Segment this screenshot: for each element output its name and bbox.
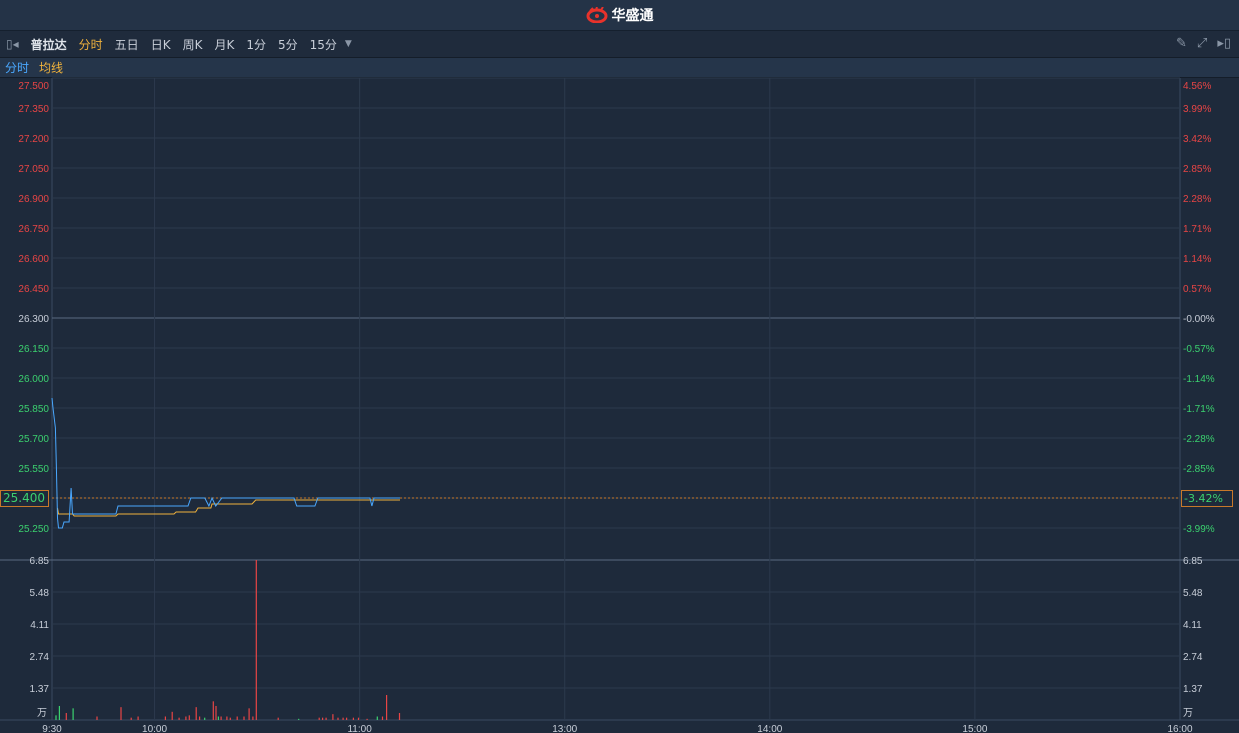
- percent-tick-label: 2.85%: [1183, 164, 1211, 175]
- volume-bar: [398, 712, 401, 720]
- price-tick-label: 25.550: [18, 464, 49, 475]
- volume-bar: [72, 708, 74, 720]
- percent-tick-label: -2.85%: [1183, 464, 1215, 475]
- price-tick-label: 25.700: [18, 434, 49, 445]
- volume-unit-label-right: 万: [1183, 708, 1193, 719]
- price-tick-label: 25.250: [18, 524, 49, 535]
- volume-tick-label: 4.11: [30, 620, 49, 631]
- volume-tick-label-right: 5.48: [1183, 588, 1203, 599]
- percent-tick-label: -0.00%: [1183, 314, 1215, 325]
- price-tick-label: 25.850: [18, 404, 49, 415]
- volume-bar: [215, 705, 217, 720]
- time-tick-label: 15:00: [962, 724, 987, 733]
- volume-bar: [199, 716, 201, 720]
- volume-bar: [195, 707, 197, 720]
- volume-bar: [217, 716, 219, 720]
- volume-bar: [298, 718, 300, 720]
- volume-bar: [243, 716, 245, 720]
- price-tick-label: 26.600: [18, 254, 49, 265]
- volume-bar: [171, 711, 173, 720]
- percent-tick-label: -1.71%: [1183, 404, 1215, 415]
- volume-bar: [342, 717, 344, 720]
- price-line: [51, 397, 400, 529]
- volume-bar: [226, 716, 228, 720]
- volume-tick-label-right: 2.74: [1183, 652, 1203, 663]
- percent-tick-label: 1.14%: [1183, 254, 1211, 265]
- price-tick-label: 27.050: [18, 164, 49, 175]
- volume-bar: [352, 717, 354, 720]
- volume-bar: [185, 716, 187, 720]
- price-tick-label: 27.200: [18, 134, 49, 145]
- volume-bar: [55, 715, 57, 720]
- current-price-label: 25.400: [0, 490, 49, 507]
- volume-tick-label: 6.85: [30, 556, 50, 567]
- price-tick-label: 27.350: [18, 104, 49, 115]
- price-tick-label: 26.450: [18, 284, 49, 295]
- volume-bar: [65, 712, 67, 720]
- volume-bar: [229, 717, 231, 720]
- volume-tick-label: 1.37: [30, 684, 50, 695]
- volume-tick-label: 5.48: [30, 588, 50, 599]
- time-tick-label: 13:00: [552, 724, 577, 733]
- volume-bar: [357, 717, 360, 720]
- price-tick-label: 26.000: [18, 374, 49, 385]
- volume-bar: [130, 717, 132, 720]
- volume-bar: [212, 701, 214, 720]
- volume-bar: [178, 717, 180, 720]
- time-tick-label: 16:00: [1167, 724, 1192, 733]
- percent-tick-label: 3.42%: [1183, 134, 1211, 145]
- percent-tick-label: 0.57%: [1183, 284, 1211, 295]
- price-tick-label: 26.150: [18, 344, 49, 355]
- percent-tick-label: 4.56%: [1183, 81, 1211, 92]
- volume-bar: [386, 695, 388, 720]
- volume-tick-label-right: 6.85: [1183, 556, 1203, 567]
- volume-bar: [325, 717, 327, 720]
- volume-bar: [252, 716, 254, 720]
- time-tick-label: 14:00: [757, 724, 782, 733]
- volume-bar: [318, 717, 320, 720]
- current-change-label: -3.42%: [1181, 490, 1233, 507]
- volume-bar: [204, 717, 206, 720]
- volume-bar: [120, 707, 122, 720]
- price-tick-label: 26.300: [18, 314, 49, 325]
- volume-bar: [277, 717, 279, 720]
- volume-bar: [255, 560, 257, 720]
- percent-tick-label: -3.99%: [1183, 524, 1215, 535]
- percent-tick-label: -0.57%: [1183, 344, 1215, 355]
- volume-bar: [236, 716, 238, 720]
- volume-bar: [381, 716, 384, 720]
- price-tick-label: 26.750: [18, 224, 49, 235]
- volume-bar: [220, 716, 222, 720]
- time-tick-label: 11:00: [347, 724, 372, 733]
- volume-unit-label: 万: [37, 708, 47, 719]
- intraday-chart[interactable]: 27.500 4.56% 27.350 3.99% 27.200 3.42% 27.050 2…: [0, 0, 1239, 733]
- volume-bar: [337, 717, 339, 720]
- time-tick-label: 9:30: [42, 724, 62, 733]
- volume-bar: [376, 716, 378, 720]
- percent-tick-label: 1.71%: [1183, 224, 1211, 235]
- volume-bar: [332, 714, 334, 720]
- volume-bar: [248, 708, 250, 720]
- percent-tick-label: -1.14%: [1183, 374, 1215, 385]
- volume-bar: [164, 716, 166, 720]
- volume-bar: [346, 717, 348, 720]
- time-tick-label: 10:00: [142, 724, 167, 733]
- volume-bar: [137, 716, 139, 720]
- price-tick-label: 26.900: [18, 194, 49, 205]
- volume-bar: [58, 705, 60, 720]
- volume-tick-label-right: 4.11: [1183, 620, 1202, 631]
- volume-bar: [322, 717, 324, 720]
- percent-tick-label: 3.99%: [1183, 104, 1211, 115]
- percent-tick-label: 2.28%: [1183, 194, 1211, 205]
- volume-tick-label: 2.74: [30, 652, 50, 663]
- percent-tick-label: -2.28%: [1183, 434, 1215, 445]
- volume-bar: [188, 715, 190, 720]
- volume-tick-label-right: 1.37: [1183, 684, 1203, 695]
- volume-bar: [96, 716, 98, 720]
- price-tick-label: 27.500: [18, 81, 49, 92]
- volume-bar: [366, 718, 368, 720]
